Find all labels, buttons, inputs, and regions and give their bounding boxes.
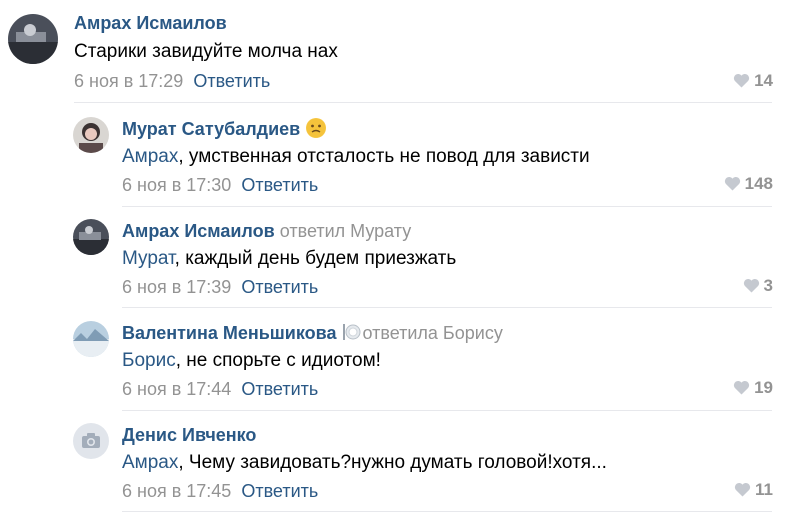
comment-meta: 6 ноя в 17:30 Ответить [122, 174, 318, 196]
comment-text: Борис, не спорьте с идиотом! [122, 349, 381, 373]
reply-note[interactable]: ответила Борису [362, 323, 502, 343]
comment-body: Старики завидуйте молча нах [74, 41, 338, 62]
comment-text: Амрах, Чему завидовать?нужно думать голо… [122, 451, 607, 475]
like-count: 3 [763, 276, 773, 295]
mention-link[interactable]: Борис [122, 350, 176, 371]
comment-text: Мурат, каждый день будем приезжать [122, 247, 456, 271]
author-name[interactable]: Мурат Сатубалдиев [122, 119, 300, 139]
mention-link[interactable]: Амрах [122, 452, 178, 473]
divider [122, 511, 772, 512]
user-photo-icon [73, 219, 109, 255]
author-name[interactable]: Денис Ивченко [122, 425, 256, 445]
heart-icon [724, 176, 740, 191]
user-photo-icon [73, 117, 109, 153]
face-emoji-icon [306, 118, 327, 138]
comment-author[interactable]: Валентина Меньшикова ответила Борису [122, 322, 503, 344]
comment-body: , каждый день будем приезжать [174, 248, 457, 269]
like-count: 19 [754, 378, 773, 397]
like-count: 14 [754, 71, 773, 90]
like-button[interactable]: 19 [733, 377, 773, 399]
plate-emoji-icon [342, 322, 362, 342]
comment-text: Старики завидуйте молча нах [74, 40, 338, 64]
reply-button[interactable]: Ответить [241, 481, 318, 501]
divider [122, 410, 772, 411]
comment-body: , Чему завидовать?нужно думать головой!х… [178, 452, 607, 473]
divider [74, 102, 772, 103]
comment-author[interactable]: Амрах Исмаилов [74, 12, 227, 34]
comment-meta: 6 ноя в 17:45 Ответить [122, 480, 318, 502]
heart-icon [734, 482, 751, 497]
like-count: 11 [755, 480, 773, 499]
avatar[interactable] [73, 321, 109, 357]
author-name[interactable]: Амрах Исмаилов [74, 13, 227, 33]
author-name[interactable]: Амрах Исмаилов [122, 221, 275, 241]
like-button[interactable]: 14 [733, 70, 773, 92]
divider [122, 206, 772, 207]
mention-link[interactable]: Мурат [122, 248, 175, 269]
comment-meta: 6 ноя в 17:29 Ответить [74, 70, 270, 92]
reply-note[interactable]: ответил Мурату [280, 221, 412, 241]
like-button[interactable]: 3 [743, 275, 773, 297]
comment-date[interactable]: 6 ноя в 17:29 [74, 71, 183, 91]
comment-author[interactable]: Амрах Исмаилов ответил Мурату [122, 220, 411, 242]
reply-button[interactable]: Ответить [241, 277, 318, 297]
avatar[interactable] [73, 219, 109, 255]
comment-date[interactable]: 6 ноя в 17:45 [122, 481, 231, 501]
comment-body: , умственная отсталость не повод для зав… [178, 146, 590, 167]
reply-button[interactable]: Ответить [241, 175, 318, 195]
heart-icon [733, 73, 750, 88]
comment-date[interactable]: 6 ноя в 17:39 [122, 277, 231, 297]
comment-author[interactable]: Денис Ивченко [122, 424, 256, 446]
heart-icon [743, 278, 759, 293]
avatar[interactable] [8, 14, 58, 64]
comment-author[interactable]: Мурат Сатубалдиев [122, 118, 327, 140]
comment-meta: 6 ноя в 17:39 Ответить [122, 276, 318, 298]
avatar[interactable] [73, 117, 109, 153]
divider [122, 307, 772, 308]
camera-icon [73, 423, 109, 459]
comment-body: , не спорьте с идиотом! [175, 350, 381, 371]
mention-link[interactable]: Амрах [122, 146, 178, 167]
author-name[interactable]: Валентина Меньшикова [122, 323, 336, 343]
reply-button[interactable]: Ответить [193, 71, 270, 91]
comment-meta: 6 ноя в 17:44 Ответить [122, 378, 318, 400]
avatar[interactable] [73, 423, 109, 459]
reply-button[interactable]: Ответить [241, 379, 318, 399]
user-photo-icon [73, 321, 109, 357]
like-button[interactable]: 11 [734, 479, 773, 501]
comment-date[interactable]: 6 ноя в 17:30 [122, 175, 231, 195]
heart-icon [733, 380, 750, 395]
comment-date[interactable]: 6 ноя в 17:44 [122, 379, 231, 399]
like-button[interactable]: 148 [724, 173, 773, 195]
comment-text: Амрах, умственная отсталость не повод дл… [122, 145, 590, 169]
like-count: 148 [744, 174, 773, 193]
user-photo-icon [8, 14, 58, 64]
